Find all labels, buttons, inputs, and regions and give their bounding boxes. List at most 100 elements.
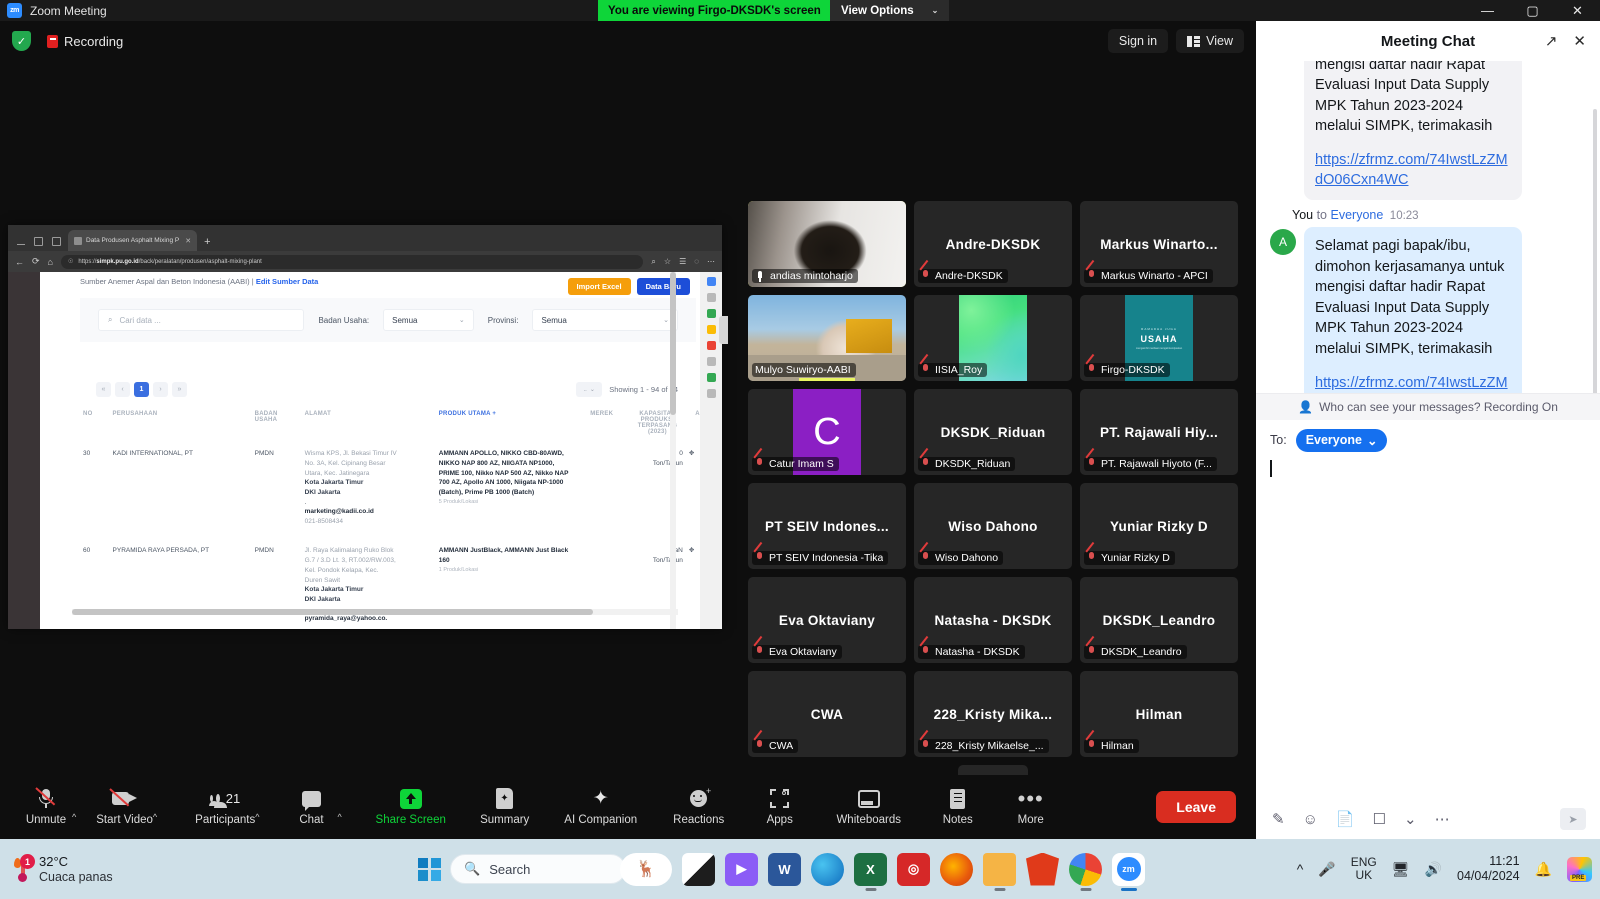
message-link[interactable]: https://zfrmz.com/74IwstLzZMdO06Cxn4WC (1315, 373, 1511, 393)
chat-more-icon[interactable]: ⋯ (1435, 810, 1450, 828)
close-button[interactable]: ✕ (1555, 0, 1600, 21)
participant-tile-hilman[interactable]: Hilman Hilman (1080, 671, 1238, 757)
participant-tile-pt-rajawali-hiyoto[interactable]: PT. Rajawali Hiy... PT. Rajawali Hiyoto … (1080, 389, 1238, 475)
browser-tab[interactable]: Data Produsen Asphalt Mixing P ✕ (68, 230, 198, 251)
page-last-button[interactable]: » (172, 382, 187, 397)
participants-button[interactable]: 21 Participants (195, 787, 255, 826)
taskbar-edge-app[interactable] (811, 852, 844, 886)
home-icon[interactable]: ⌂ (48, 257, 53, 267)
new-tab-button[interactable]: + (204, 236, 210, 248)
view-layout-button[interactable]: View (1176, 29, 1244, 53)
browser-more-icon[interactable]: ⋯ (707, 257, 715, 266)
cell-aksi[interactable]: ✥ (686, 439, 700, 536)
notifications-bell-icon[interactable]: 🔔 (1535, 861, 1552, 878)
download-icon[interactable] (17, 238, 25, 245)
page-horizontal-scrollbar[interactable] (72, 609, 678, 615)
badan-usaha-select[interactable]: Semua ⌄ (383, 309, 474, 331)
participant-tile-dksdk-riduan[interactable]: DKSDK_Riduan DKSDK_Riduan (914, 389, 1072, 475)
popout-icon[interactable]: ↗ (1545, 32, 1558, 50)
profile-icon[interactable]: ◌ (694, 257, 699, 266)
message-link[interactable]: https://zfrmz.com/74IwstLzZMdO06Cxn4WC (1315, 150, 1511, 191)
view-options-button[interactable]: View Options ⌄ (830, 0, 950, 21)
chat-scrollbar[interactable] (1593, 109, 1597, 393)
language-indicator[interactable]: ENG UK (1351, 856, 1377, 882)
page-first-button[interactable]: « (96, 382, 111, 397)
chat-privacy-notice[interactable]: 👤 Who can see your messages? Recording O… (1256, 392, 1600, 420)
audio-options-caret-icon[interactable]: ^ (72, 812, 76, 822)
format-icon[interactable]: ✎ (1272, 810, 1285, 828)
share-screen-button[interactable]: Share Screen (368, 787, 454, 826)
chat-recipient-select[interactable]: Everyone ⌄ (1295, 428, 1388, 452)
zoom-icon[interactable]: ⌕ (651, 257, 655, 267)
taskbar-explorer-app[interactable] (983, 852, 1016, 891)
rail-shopping-icon[interactable] (706, 341, 716, 350)
leave-button[interactable]: Leave (1156, 790, 1236, 823)
participant-tile-cwa[interactable]: CWA CWA (748, 671, 906, 757)
volume-icon[interactable]: 🔊 (1425, 861, 1442, 878)
reload-icon[interactable]: ⟳ (32, 256, 40, 267)
rail-search-icon[interactable] (706, 293, 716, 302)
reactions-button[interactable]: + Reactions (664, 786, 734, 826)
collections-icon[interactable] (34, 237, 43, 246)
tab-close-icon[interactable]: ✕ (185, 237, 191, 245)
rail-copilot-icon[interactable] (706, 277, 716, 286)
chevron-down-icon[interactable]: ⌄ (1404, 810, 1417, 828)
participant-tile-andre-dksdk[interactable]: Andre-DKSDK Andre-DKSDK (914, 201, 1072, 287)
taskbar-firefox-app[interactable] (940, 852, 973, 886)
maximize-button[interactable]: ▢ (1510, 0, 1555, 21)
summary-button[interactable]: Summary (472, 787, 538, 826)
taskbar-dark-app[interactable] (682, 852, 715, 886)
table-row[interactable]: 30 KADI INTERNATIONAL, PT PMDN Wisma KPS… (80, 439, 700, 536)
rail-games-icon[interactable] (706, 325, 716, 334)
page-1-button[interactable]: 1 (134, 382, 149, 397)
send-button[interactable]: ➤ (1560, 808, 1586, 830)
close-icon[interactable]: ✕ (1573, 32, 1586, 50)
start-button-icon[interactable] (418, 857, 441, 881)
participant-tile-andias-mintoharjo[interactable]: andias mintoharjo (748, 201, 906, 287)
unmute-button[interactable]: Unmute (20, 786, 72, 826)
taskbar-chrome-app[interactable] (1069, 852, 1102, 891)
copilot-icon[interactable]: PRE (1567, 856, 1592, 882)
participant-tile-natasha-dksdk[interactable]: Natasha - DKSDK Natasha - DKSDK (914, 577, 1072, 663)
participant-tile-eva-oktaviany[interactable]: Eva Oktaviany Eva Oktaviany (748, 577, 906, 663)
whiteboards-button[interactable]: Whiteboards (826, 787, 912, 826)
participant-tile-markus-winarto[interactable]: Markus Winarto... Markus Winarto - APCI (1080, 201, 1238, 287)
rail-tools-icon[interactable] (706, 309, 716, 318)
security-shield-icon[interactable]: ✓ (12, 31, 31, 51)
page-vertical-scrollbar[interactable] (670, 272, 676, 629)
rail-add-icon[interactable] (706, 389, 716, 398)
participant-tile-mulyo-suwiryo[interactable]: Mulyo Suwiryo-AABI (748, 295, 906, 381)
taskbar-wallpaper-app[interactable]: 🦌 (620, 852, 672, 886)
chat-caret-icon[interactable]: ^ (337, 812, 341, 822)
participant-tile-iisia-roy[interactable]: IISIA_Roy (914, 295, 1072, 381)
participant-tile-firgo-dksdk[interactable]: RAMADHA JUGA USAHA mengambil manfaat men… (1080, 295, 1238, 381)
ai-companion-button[interactable]: ✦ AI Companion (556, 787, 646, 826)
col-produk-utama[interactable]: PRODUK UTAMA + (436, 407, 575, 439)
taskbar-obs-app[interactable]: ◎ (897, 852, 930, 886)
chat-message-list[interactable]: dimohon kerjasamanya untuk mengisi dafta… (1256, 61, 1600, 393)
participant-tile-228-kristy-mikaelse[interactable]: 228_Kristy Mika... 228_Kristy Mikaelse_.… (914, 671, 1072, 757)
participant-tile-catur-imam-s[interactable]: C Catur Imam S (748, 389, 906, 475)
page-next-button[interactable]: › (153, 382, 168, 397)
more-button[interactable]: ••• More (1004, 787, 1058, 827)
notes-button[interactable]: Notes (930, 787, 986, 826)
taskbar-clock[interactable]: 11:21 04/04/2024 (1457, 854, 1520, 884)
browser-url-bar[interactable]: ☉ https://simpk.pu.go.id/back/peralatan/… (60, 254, 644, 269)
taskbar-zoom-app[interactable]: zm (1112, 852, 1145, 891)
taskbar-zoom-workplace-app[interactable]: ▶ (725, 852, 758, 886)
split-screen-icon[interactable] (52, 237, 61, 246)
browser-side-handle[interactable] (719, 316, 728, 344)
page-size-select[interactable]: .. ⌄ (576, 382, 603, 397)
cell-aksi[interactable]: ✥ (686, 536, 700, 629)
provinsi-select[interactable]: Semua ⌄ (532, 309, 678, 331)
taskbar-excel-app[interactable]: X (854, 852, 887, 891)
emoji-icon[interactable]: ☺ (1303, 811, 1318, 828)
participant-tile-pt-seiv-indonesia[interactable]: PT SEIV Indones... PT SEIV Indonesia -Ti… (748, 483, 906, 569)
import-excel-button[interactable]: Import Excel (567, 278, 631, 295)
video-options-caret-icon[interactable]: ^ (153, 812, 157, 822)
apps-button[interactable]: Apps (752, 787, 808, 826)
taskbar-search-input[interactable]: 🔍 Search (450, 854, 626, 884)
star-icon[interactable]: ☆ (664, 257, 671, 266)
taskbar-word-app[interactable]: W (768, 852, 801, 886)
sign-in-button[interactable]: Sign in (1107, 29, 1169, 53)
